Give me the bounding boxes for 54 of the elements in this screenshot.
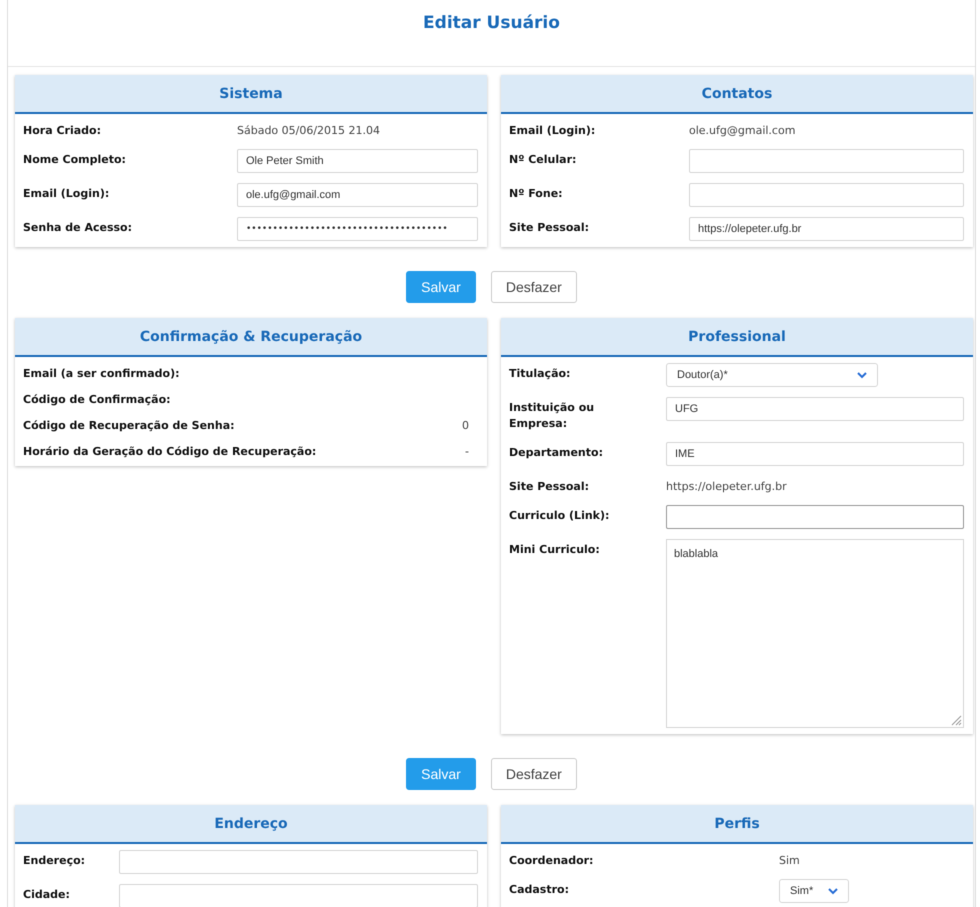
text-area[interactable]: blablabla <box>666 539 964 728</box>
field-value: - <box>464 444 470 458</box>
field-label: Site Pessoal: <box>509 220 590 236</box>
input-field[interactable]: https://olepeter.ufg.br <box>689 217 964 241</box>
select-dropdown[interactable]: Sim* <box>779 879 849 903</box>
undo-button[interactable]: Desfazer <box>490 758 577 790</box>
field-label: Senha de Acesso: <box>23 220 134 236</box>
input-field[interactable] <box>689 183 964 207</box>
field-value: Sim <box>779 853 801 867</box>
input-field[interactable]: IME <box>666 442 964 466</box>
field-value: ole.ufg@gmail.com <box>689 123 796 137</box>
field-label: Mini Curriculo: <box>509 542 601 558</box>
panel-title: Sistema <box>219 86 283 102</box>
field-label: Site Pessoal: <box>509 479 590 495</box>
field-label: Email (Login): <box>23 186 110 202</box>
undo-button[interactable]: Desfazer <box>490 271 577 303</box>
page-title: Editar Usuário <box>423 13 560 33</box>
field-label: Horário da Geração do Código de Recuperação: <box>23 444 318 460</box>
field-label: Nº Fone: <box>509 186 564 202</box>
panel-title: Contatos <box>702 86 772 102</box>
field-label: Código de Confirmação: <box>23 392 172 408</box>
field-label: Endereço: <box>23 853 86 869</box>
chevron-down-icon <box>828 888 838 894</box>
field-label: Coordenador: <box>509 853 594 869</box>
field-label: Cidade: <box>23 887 71 903</box>
input-field[interactable]: Ole Peter Smith <box>237 149 478 173</box>
field-label: Departamento: <box>509 445 604 461</box>
input-field[interactable]: •••••••••••••••••••••••••••••••••••••• <box>237 217 478 241</box>
field-label: Nome Completo: <box>23 152 127 168</box>
select-dropdown[interactable]: Doutor(a)* <box>666 363 878 387</box>
field-label: Email (Login): <box>509 123 596 139</box>
field-value: https://olepeter.ufg.br <box>666 479 788 493</box>
input-field[interactable] <box>689 149 964 173</box>
panel-title: Confirmação & Recuperação <box>140 328 362 344</box>
chevron-down-icon <box>857 372 867 378</box>
field-label: Curriculo (Link): <box>509 508 610 524</box>
input-field[interactable]: ole.ufg@gmail.com <box>237 183 478 207</box>
field-label: Código de Recuperação de Senha: <box>23 418 236 434</box>
input-field[interactable] <box>666 505 964 529</box>
field-label: Email (a ser confirmado): <box>23 366 181 382</box>
field-label: Titulação: <box>509 366 572 382</box>
input-field[interactable]: UFG <box>666 397 964 421</box>
field-label: Hora Criado: <box>23 123 102 139</box>
panel-title: Endereço <box>214 816 288 832</box>
panel-title: Professional <box>688 328 786 344</box>
resize-grip-icon <box>950 714 962 726</box>
field-value: 0 <box>462 418 470 432</box>
field-label: Instituição ou Empresa: <box>509 400 596 432</box>
field-value: Sábado 05/06/2015 21.04 <box>237 123 382 137</box>
field-label: Nº Celular: <box>509 152 578 168</box>
input-field[interactable] <box>119 884 478 907</box>
input-field[interactable] <box>119 850 478 874</box>
panel-title: Perfis <box>714 816 760 832</box>
field-label: Cadastro: <box>509 882 570 898</box>
